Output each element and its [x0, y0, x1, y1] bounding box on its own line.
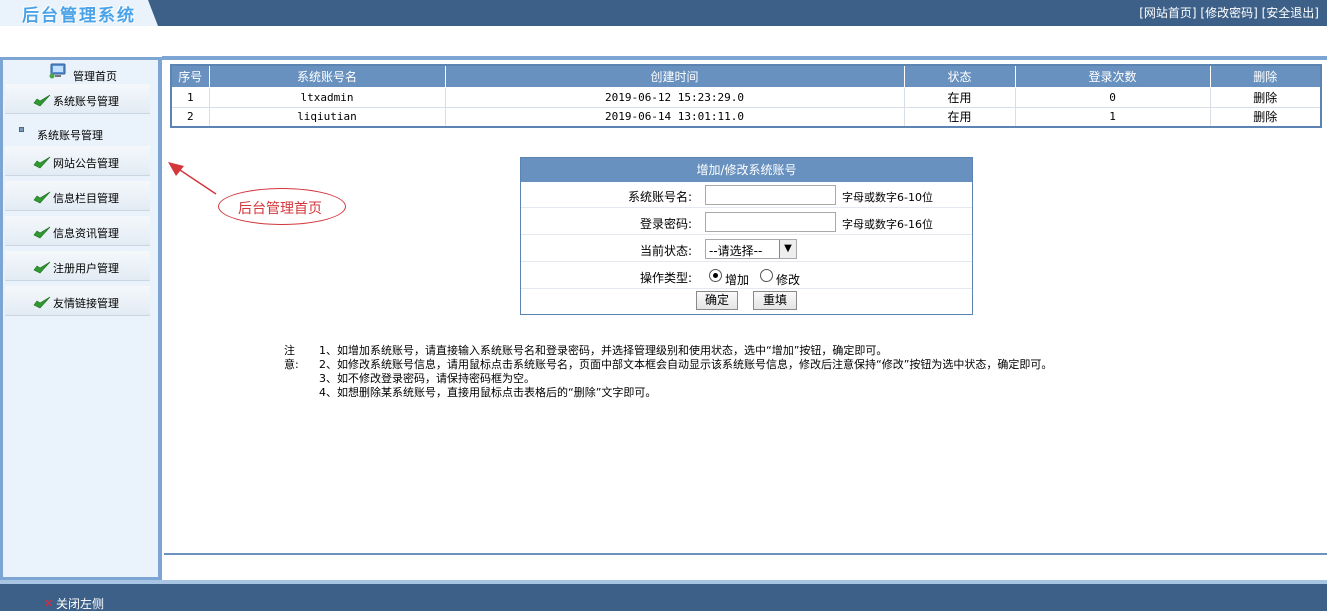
sidebar-item-links[interactable]: 友情链接管理: [5, 286, 150, 316]
computer-icon: [49, 63, 66, 79]
created-time: 2019-06-12 15:23:29.0: [444, 86, 905, 108]
status-cell: 在用: [903, 86, 1016, 108]
site-home-link[interactable]: [网站首页]: [1139, 6, 1196, 20]
sidebar-home-label: 管理首页: [73, 70, 117, 83]
edit-radio-label: 修改: [776, 273, 801, 287]
add-radio-label: 增加: [725, 273, 750, 287]
form-row-operation: 操作类型: 增加 修改: [521, 263, 972, 289]
sidebar-home[interactable]: 管理首页: [3, 60, 158, 84]
form-row-password: 登录密码: 字母或数字6-16位: [521, 209, 972, 235]
note-line: 1、如增加系统账号，请直接输入系统账号名和登录密码，并选择管理级别和使用状态，选…: [319, 344, 888, 357]
green-arrow-icon: [33, 191, 51, 204]
notes-label: 注意:: [284, 344, 299, 371]
row-index: 1: [170, 86, 210, 108]
column-header: 系统账号名: [208, 64, 446, 88]
close-sidebar-link[interactable]: 关闭左侧: [56, 595, 104, 612]
account-name-link[interactable]: liqiutian: [208, 106, 446, 128]
account-form: 增加/修改系统账号 系统账号名: 字母或数字6-10位 登录密码: 字母或数字6…: [520, 157, 973, 315]
status-select[interactable]: --请选择-- ▼: [705, 239, 797, 259]
content-top-border: [162, 56, 1327, 60]
content-bottom-bar: [164, 553, 1327, 580]
account-hint: 字母或数字6-10位: [842, 191, 933, 204]
column-header: 创建时间: [444, 64, 905, 88]
logout-link[interactable]: [安全退出]: [1262, 6, 1319, 20]
sidebar-item-label: 信息资讯管理: [53, 227, 119, 240]
accounts-table: 序号 系统账号名 创建时间 状态 登录次数 删除 1 ltxadmin 2019…: [170, 64, 1322, 128]
login-count: 0: [1014, 86, 1211, 108]
status-select-value: --请选择--: [709, 244, 763, 258]
row-index: 2: [170, 106, 210, 128]
form-title: 增加/修改系统账号: [521, 158, 972, 182]
green-arrow-icon: [33, 226, 51, 239]
created-time: 2019-06-14 13:01:11.0: [444, 106, 905, 128]
green-arrow-icon: [33, 296, 51, 309]
sidebar-inner: 管理首页 系统账号管理 系统账号管理 网站公告管理 信息栏目管理 信息资讯管理 …: [3, 60, 158, 577]
change-password-link[interactable]: [修改密码]: [1200, 6, 1257, 20]
operation-label: 操作类型:: [639, 271, 692, 285]
close-icon: ✕: [44, 597, 54, 610]
column-header: 序号: [170, 64, 210, 88]
bullet-icon: [19, 127, 24, 132]
top-bar: 后台管理系统 [网站首页] [修改密码] [安全退出]: [0, 0, 1327, 26]
sidebar-item-system-accounts[interactable]: 系统账号管理: [5, 84, 150, 114]
password-hint: 字母或数字6-16位: [842, 218, 933, 231]
column-header: 登录次数: [1014, 64, 1211, 88]
bottom-bar: ✕ 关闭左侧: [0, 580, 1327, 611]
login-count: 1: [1014, 106, 1211, 128]
app-logo: 后台管理系统: [22, 6, 136, 26]
reset-button[interactable]: 重填: [753, 291, 797, 310]
green-arrow-icon: [33, 261, 51, 274]
annotation-callout-text: 后台管理首页: [238, 201, 322, 217]
note-line: 2、如修改系统账号信息，请用鼠标点击系统账号名，页面中部文本框会自动显示该系统账…: [319, 358, 1053, 371]
account-name-link[interactable]: ltxadmin: [208, 86, 446, 108]
confirm-button[interactable]: 确定: [696, 291, 738, 310]
annotation-arrow-icon: [168, 162, 217, 195]
green-arrow-icon: [33, 94, 51, 107]
password-input[interactable]: [705, 212, 836, 232]
top-links: [网站首页] [修改密码] [安全退出]: [1139, 4, 1319, 21]
delete-link[interactable]: 删除: [1209, 86, 1322, 108]
note-line: 4、如想删除某系统账号，直接用鼠标点击表格后的“删除”文字即可。: [319, 386, 657, 399]
edit-radio[interactable]: [760, 269, 773, 282]
add-radio[interactable]: [709, 269, 722, 282]
password-label: 登录密码:: [639, 217, 692, 231]
table-row: 1 ltxadmin 2019-06-12 15:23:29.0 在用 0 删除: [170, 86, 1322, 108]
sidebar-item-label: 信息栏目管理: [53, 192, 119, 205]
sidebar-item-label: 友情链接管理: [53, 297, 119, 310]
sidebar-item-label: 网站公告管理: [53, 157, 119, 170]
chevron-down-icon: ▼: [779, 240, 796, 258]
sidebar-item-users[interactable]: 注册用户管理: [5, 251, 150, 281]
table-row: 2 liqiutian 2019-06-14 13:01:11.0 在用 1 删…: [170, 106, 1322, 128]
column-header: 状态: [903, 64, 1016, 88]
green-arrow-icon: [33, 156, 51, 169]
note-line: 3、如不修改登录密码，请保持密码框为空。: [319, 372, 535, 385]
form-row-account: 系统账号名: 字母或数字6-10位: [521, 182, 972, 208]
sidebar-item-announcements[interactable]: 网站公告管理: [5, 146, 150, 176]
sidebar-item-news[interactable]: 信息资讯管理: [5, 216, 150, 246]
status-label: 当前状态:: [639, 244, 692, 258]
sidebar: 管理首页 系统账号管理 系统账号管理 网站公告管理 信息栏目管理 信息资讯管理 …: [0, 57, 162, 580]
account-label: 系统账号名:: [627, 190, 692, 204]
form-row-status: 当前状态: --请选择-- ▼: [521, 236, 972, 262]
sidebar-item-label: 系统账号管理: [53, 95, 119, 108]
delete-link[interactable]: 删除: [1209, 106, 1322, 128]
sidebar-item-label: 注册用户管理: [53, 262, 119, 275]
table-header-row: 序号 系统账号名 创建时间 状态 登录次数 删除: [170, 64, 1322, 88]
sidebar-subitem-system-accounts[interactable]: 系统账号管理: [37, 127, 103, 143]
sidebar-item-columns[interactable]: 信息栏目管理: [5, 181, 150, 211]
status-cell: 在用: [903, 106, 1016, 128]
account-name-input[interactable]: [705, 185, 836, 205]
column-header: 删除: [1209, 64, 1322, 88]
